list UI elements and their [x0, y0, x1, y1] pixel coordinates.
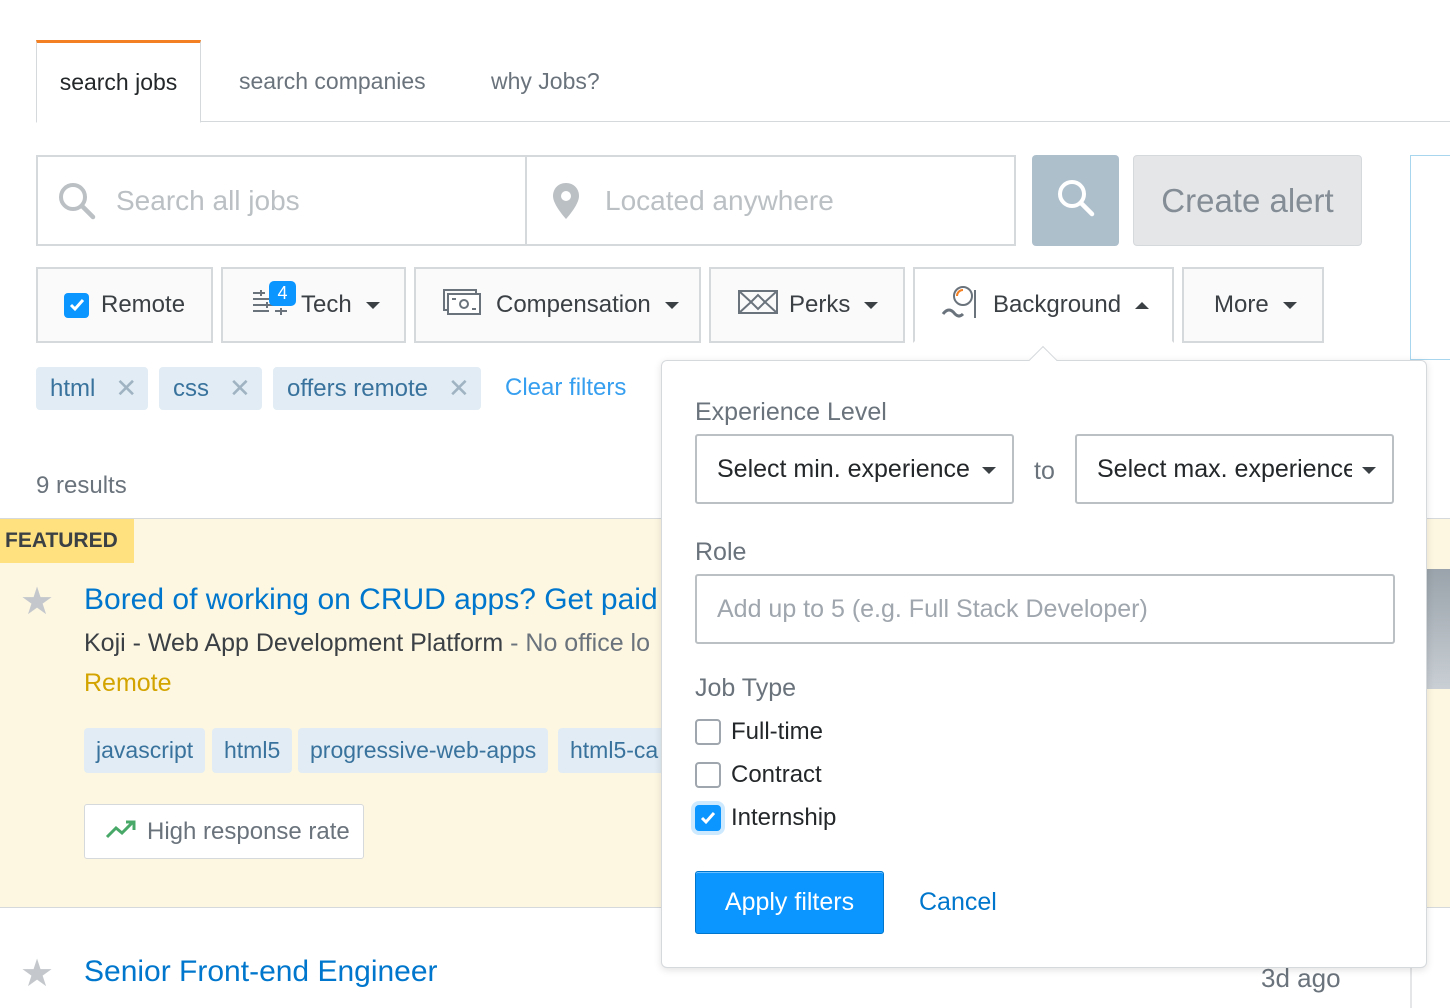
results-count: 9 results [36, 472, 127, 499]
remove-chip-icon[interactable]: ✕ [448, 373, 470, 404]
search-button[interactable] [1032, 155, 1119, 246]
star-icon[interactable]: ★ [20, 579, 54, 624]
remote-filter-label: Remote [101, 291, 186, 318]
chevron-down-icon [1362, 467, 1376, 474]
more-filter-button[interactable]: More [1182, 267, 1324, 343]
cancel-button[interactable]: Cancel [919, 888, 997, 917]
job-tag[interactable]: html5 [212, 728, 293, 773]
filter-chip-css: css ✕ [159, 367, 262, 410]
max-experience-select[interactable]: Select max. experience [1075, 434, 1394, 504]
perks-icon [737, 289, 779, 322]
popover-arrow [1028, 345, 1058, 375]
job-search-input[interactable] [116, 184, 525, 217]
checkbox[interactable] [695, 762, 721, 788]
remove-chip-icon[interactable]: ✕ [115, 373, 137, 404]
chip-label: html [50, 374, 96, 402]
high-response-badge: High response rate [84, 804, 364, 859]
job-type-internship[interactable]: Internship [695, 804, 836, 832]
role-label: Role [695, 538, 747, 566]
chip-label: offers remote [287, 374, 428, 402]
tab-search-companies[interactable]: search companies [239, 40, 426, 122]
search-icon [1056, 178, 1096, 223]
money-icon [442, 287, 482, 324]
checkbox-checked-icon[interactable] [695, 805, 721, 831]
chevron-down-icon [365, 301, 380, 309]
background-filter-label: Background [993, 291, 1122, 318]
tech-count-badge: 4 [269, 281, 296, 306]
role-field [695, 574, 1395, 644]
chevron-up-icon [1135, 301, 1150, 309]
star-icon[interactable]: ★ [20, 951, 54, 996]
compensation-filter-button[interactable]: Compensation [414, 267, 701, 343]
perks-filter-label: Perks [789, 291, 851, 318]
tech-filter-button[interactable]: 4 Tech [221, 267, 406, 343]
nav-tabs: search jobs search companies why Jobs? [36, 40, 1450, 123]
filter-chip-html: html ✕ [36, 367, 148, 410]
trending-up-icon [105, 818, 137, 846]
apply-filters-button[interactable]: Apply filters [695, 871, 884, 934]
job-type-option-label: Full-time [731, 718, 824, 745]
job-type-option-label: Contract [731, 761, 822, 788]
remote-filter-button[interactable]: Remote [36, 267, 213, 343]
chevron-down-icon [864, 301, 879, 309]
job-tag[interactable]: html5-ca [558, 728, 671, 773]
filter-chip-offers-remote: offers remote ✕ [273, 367, 481, 410]
max-experience-value: Select max. experience [1097, 454, 1352, 483]
job-company: Koji - Web App Development Platform - No… [84, 629, 650, 658]
location-pin-icon [527, 181, 605, 221]
background-filter-popover: Experience Level Select min. experience … [661, 345, 1427, 968]
tab-why-jobs[interactable]: why Jobs? [491, 40, 600, 122]
job-type-option-label: Internship [731, 804, 837, 831]
tab-search-jobs[interactable]: search jobs [36, 40, 201, 123]
job-tag[interactable]: javascript [84, 728, 206, 773]
job-tag[interactable]: progressive-web-apps [298, 728, 549, 773]
chevron-down-icon [1282, 301, 1297, 309]
experience-level-label: Experience Level [695, 398, 887, 426]
chevron-down-icon [982, 467, 996, 474]
checkbox-checked-icon[interactable] [64, 292, 89, 318]
background-filter-button[interactable]: Background [913, 267, 1174, 343]
company-name: Koji - Web App Development Platform [84, 629, 504, 657]
chevron-down-icon [664, 301, 679, 309]
location-search-box [525, 155, 1016, 246]
more-filter-label: More [1214, 291, 1269, 318]
remote-label: Remote [84, 669, 172, 697]
perks-filter-button[interactable]: Perks [709, 267, 905, 343]
job-title-link[interactable]: Bored of working on CRUD apps? Get paid [84, 583, 658, 617]
job-type-contract[interactable]: Contract [695, 761, 822, 789]
create-alert-button[interactable]: Create alert [1133, 155, 1362, 246]
to-label: to [1034, 457, 1055, 485]
response-label: High response rate [147, 817, 350, 845]
clear-filters-link[interactable]: Clear filters [505, 374, 626, 402]
chip-label: css [173, 374, 209, 402]
tech-filter-label: Tech [301, 291, 352, 318]
job-search-box [36, 155, 527, 246]
featured-badge: FEATURED [0, 519, 134, 563]
job-type-full-time[interactable]: Full-time [695, 718, 823, 746]
job-title-link[interactable]: Senior Front-end Engineer [84, 955, 438, 989]
background-icon [941, 284, 981, 327]
role-input[interactable] [717, 594, 1393, 624]
min-experience-select[interactable]: Select min. experience [695, 434, 1014, 504]
search-icon [38, 181, 116, 221]
min-experience-value: Select min. experience [717, 454, 970, 483]
side-panel [1410, 155, 1450, 360]
company-logo [1425, 569, 1450, 689]
remove-chip-icon[interactable]: ✕ [229, 373, 251, 404]
job-type-label: Job Type [695, 674, 797, 702]
compensation-filter-label: Compensation [496, 291, 651, 318]
checkbox[interactable] [695, 719, 721, 745]
location-input[interactable] [605, 184, 1014, 217]
job-location: - No office lo [503, 629, 651, 657]
